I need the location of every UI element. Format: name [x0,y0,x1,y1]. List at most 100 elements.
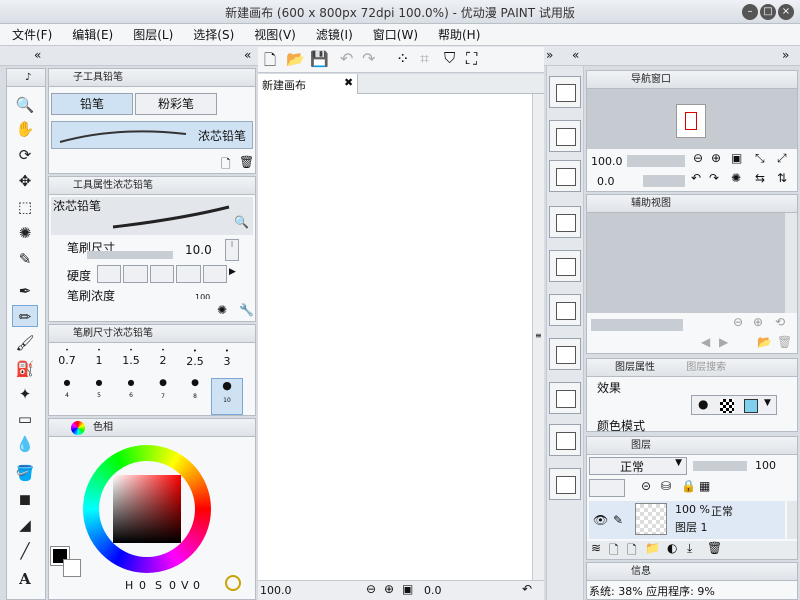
wrench-icon[interactable]: 🔧 [239,303,254,317]
text-tool-icon[interactable]: A [12,568,38,590]
rotate-value[interactable]: 0.0 [424,584,442,597]
fit-icon[interactable]: ⛶ [466,49,477,69]
sub-zoom-out-icon[interactable]: ⊖ [733,315,743,329]
nav-fit-icon[interactable]: ⤡ [755,151,765,166]
hardness-selector[interactable] [97,265,228,283]
brush-size-slider[interactable] [87,251,173,259]
pen-tool-icon[interactable]: ✒ [12,280,38,302]
navigator-viewport[interactable] [685,112,697,130]
merge-icon[interactable]: ⤓ [687,541,692,556]
select-tool-icon[interactable]: ⬚ [12,196,38,218]
hand-tool-icon[interactable]: ✋ [12,118,38,140]
menu-select[interactable]: 选择(S) [193,26,234,43]
sub-fit-icon[interactable]: ⟲ [775,315,785,329]
subtool-item[interactable]: 浓芯铅笔 [51,121,253,149]
settings-magnifier-icon[interactable]: 🔍 [234,215,249,229]
mask-icon[interactable]: ◐ [667,541,677,555]
decoration-icon[interactable]: ✦ [12,383,38,405]
sub-prev-icon[interactable]: ◀ [701,335,710,349]
nav-actual-size-icon[interactable]: ▣ [731,151,742,165]
lock-icon[interactable]: 🔒 [681,479,696,493]
crop-icon[interactable]: ⌗ [420,49,429,69]
hardness-step[interactable] [97,265,122,283]
canvas[interactable] [258,94,532,580]
gradient-tool-icon[interactable]: ◼ [12,488,38,510]
material-brush-icon[interactable] [549,382,581,414]
opacity-value[interactable]: 100 [755,459,776,472]
rotate-right-icon[interactable]: ↷ [709,171,719,185]
tab-layer[interactable]: 图层 [631,440,651,451]
menu-help[interactable]: 帮助(H) [438,26,480,43]
new-subtool-icon[interactable]: 🗋 [221,155,231,176]
navigator-rotate[interactable]: 0.0 [597,175,615,188]
brush-size-cell-selected[interactable]: ● 10 [211,377,243,415]
layer-color-select[interactable] [589,479,625,497]
reset-icon[interactable]: ✺ [217,303,227,317]
shape-tool-icon[interactable]: ◢ [12,514,38,536]
flip-horizontal-icon[interactable]: ⇆ [755,171,765,185]
sub-view-slider[interactable] [591,319,683,331]
menu-edit[interactable]: 编辑(E) [72,26,113,43]
auto-select-icon[interactable]: ✺ [12,222,38,244]
undo-icon[interactable]: ↶ [340,49,353,68]
new-file-icon[interactable]: 🗋 [264,50,276,75]
color-mode-icon[interactable] [225,575,241,591]
new-raster-layer-icon[interactable]: 🗋 [609,541,619,562]
fill-tool-icon[interactable]: 🪣 [12,462,38,484]
tab-layer-search[interactable]: 图层搜索 [686,362,726,373]
nav-zoom-out-icon[interactable]: ⊖ [693,151,703,165]
sub-color-swatch[interactable] [63,559,81,577]
brush-size-cell[interactable]: ● 5 [83,378,115,416]
brush-tool-icon[interactable]: 🖌 [12,332,38,354]
color-tab-hue[interactable]: 色相 [93,422,113,433]
layer-stack-icon[interactable]: ≋ [591,541,601,555]
brush-size-cell[interactable]: • 2 [147,347,179,378]
collapse-right-icon[interactable]: « [572,48,579,62]
navigator-zoom[interactable]: 100.0 [591,155,623,168]
density-value[interactable]: 100 [195,293,210,299]
rotate-icon[interactable]: ↶ [522,582,532,596]
expand-right-icon[interactable]: » [546,48,553,62]
maximize-icon[interactable]: □ [760,4,776,20]
brush-size-cell[interactable]: ● 8 [179,378,211,416]
canvas-vscroll[interactable]: ≡ [532,94,544,580]
menu-layer[interactable]: 图层(L) [133,26,173,43]
subtool-tab-pencil[interactable]: 铅笔 [51,93,133,115]
pencil-tool-icon[interactable]: ✏ [12,305,38,327]
zoom-tool-icon[interactable]: 🔍 [12,94,38,116]
sub-view-area[interactable] [587,213,797,313]
zoom-in-icon[interactable]: ⊕ [384,582,394,596]
navigator-zoom-slider[interactable] [627,155,685,167]
rotate-left-icon[interactable]: ↶ [691,171,701,185]
rotate-reset-icon[interactable]: ✺ [731,171,741,185]
expand-right2-icon[interactable]: » [782,48,789,62]
material-panel-icon[interactable] [549,206,581,238]
tab-layer-property[interactable]: 图层属性 [615,362,655,373]
menu-window[interactable]: 窗口(W) [373,26,418,43]
canvas-tab[interactable]: 新建画布 [258,74,358,94]
blend-mode-select[interactable]: 正常 ▼ [589,457,687,475]
save-icon[interactable]: 💾 [310,50,329,68]
lock-transparent-icon[interactable]: ▦ [699,479,710,493]
color-wheel-tab-icon[interactable] [71,421,85,435]
transform-icon[interactable]: ⁘ [396,49,409,68]
chevron-right-icon[interactable]: ▶ [229,267,236,277]
opacity-slider[interactable] [693,461,747,471]
hardness-step[interactable] [149,265,175,283]
hardness-step[interactable] [123,265,148,283]
layer-scrollbar[interactable] [787,501,797,539]
close-tab-icon[interactable]: ✖ [344,76,353,89]
navigator-preview[interactable] [587,89,797,149]
brush-size-cell[interactable]: • 1.5 [115,347,147,378]
brush-size-cell[interactable]: ● 7 [147,378,179,416]
brush-size-cell[interactable]: ● 6 [115,378,147,416]
collapse-left-icon[interactable]: « [34,48,41,62]
brush-size-value[interactable]: 10.0 [185,243,212,257]
reference-icon[interactable]: ⛁ [661,479,671,493]
nav-fill-icon[interactable]: ⤢ [777,151,787,166]
blend-tool-icon[interactable]: 💧 [12,433,38,455]
fill-icon[interactable]: ⛉ [444,49,455,67]
brush-size-cell[interactable]: ● 4 [51,378,83,416]
menu-file[interactable]: 文件(F) [12,26,52,43]
zoom-out-icon[interactable]: ⊖ [366,582,376,596]
